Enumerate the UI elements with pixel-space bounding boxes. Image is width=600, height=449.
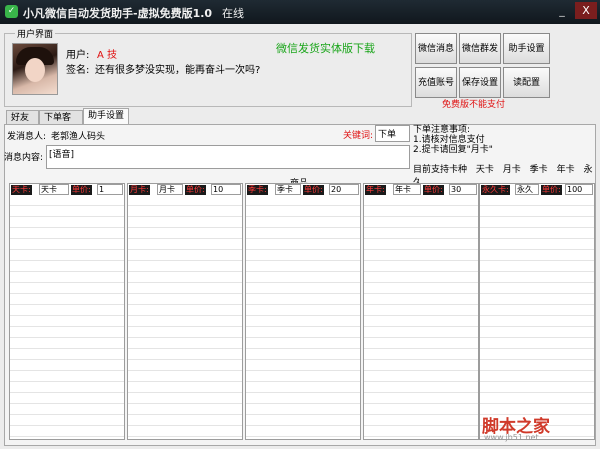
- card-name-field[interactable]: 月卡: [157, 184, 183, 195]
- price-chip: 单价:: [303, 185, 324, 195]
- card-type-chip: 季卡:: [247, 185, 268, 195]
- save-settings-button[interactable]: 保存设置: [459, 67, 501, 98]
- price-chip: 单价:: [423, 185, 444, 195]
- price-chip: 单价:: [541, 185, 562, 195]
- online-status: 在线: [222, 7, 244, 20]
- price-field[interactable]: 20: [329, 184, 359, 195]
- user-label: 用户:: [66, 50, 90, 61]
- card-type-chip: 月卡:: [129, 185, 150, 195]
- card-name-field[interactable]: 年卡: [393, 184, 421, 195]
- notice-line-2: 2.提卡请回复"月卡": [413, 145, 493, 155]
- category-year: 年卡: [556, 165, 575, 175]
- notice-title: 下单注意事项:: [413, 125, 471, 135]
- sign-label: 签名:: [66, 65, 90, 76]
- user-panel-legend: 用户界面: [15, 27, 56, 40]
- tab-friends[interactable]: 好友: [6, 110, 39, 124]
- close-button[interactable]: X: [575, 2, 597, 19]
- goods-column-forever[interactable]: 永久卡: 永久 单价: 100: [479, 183, 595, 440]
- sender-label: 发消息人:: [7, 132, 47, 142]
- wechat-group-send-button[interactable]: 微信群发: [459, 33, 501, 64]
- app-icon: ✓: [5, 5, 18, 18]
- watermark-url: www.jb51.net: [484, 433, 539, 442]
- card-name-field[interactable]: 永久: [515, 184, 539, 195]
- recharge-account-button[interactable]: 充值账号: [415, 67, 457, 98]
- keyword-input[interactable]: 下单: [375, 125, 410, 142]
- category-day: 天卡: [475, 165, 494, 175]
- card-name-field[interactable]: 季卡: [275, 184, 301, 195]
- price-chip: 单价:: [71, 185, 92, 195]
- card-type-chip: 永久卡:: [481, 185, 510, 195]
- tab-assistant-settings[interactable]: 助手设置: [83, 108, 129, 124]
- read-config-button[interactable]: 读配置: [503, 67, 550, 98]
- download-link[interactable]: 微信发货实体版下载: [276, 40, 375, 56]
- price-field[interactable]: 100: [565, 184, 593, 195]
- price-field[interactable]: 10: [211, 184, 241, 195]
- goods-column-day[interactable]: 天卡: 天卡 单价: 1: [9, 183, 125, 440]
- price-field[interactable]: 30: [449, 184, 477, 195]
- goods-column-season[interactable]: 季卡: 季卡 单价: 20: [245, 183, 361, 440]
- sender-value: 老郭渔人码头: [51, 132, 106, 142]
- tab-order-customers[interactable]: 下单客户: [39, 110, 83, 137]
- card-type-chip: 年卡:: [365, 185, 386, 195]
- wechat-message-button[interactable]: 微信消息: [415, 33, 457, 64]
- keyword-label: 关键词:: [343, 131, 374, 141]
- notice-line-1: 1.请核对信息支付: [413, 135, 485, 145]
- window-title: 小凡微信自动发货助手-虚拟免费版1.0: [23, 7, 213, 20]
- price-chip: 单价:: [185, 185, 206, 195]
- assistant-settings-button[interactable]: 助手设置: [503, 33, 550, 64]
- category-season: 季卡: [529, 165, 548, 175]
- title-bar: ✓ 小凡微信自动发货助手-虚拟免费版1.0 在线 _ X: [0, 0, 600, 24]
- free-version-note: 免费版不能支付: [442, 100, 506, 110]
- sign-value: 还有很多梦没实现，能再奋斗一次吗?: [95, 65, 261, 76]
- user-value: A 技: [97, 50, 118, 61]
- category-month: 月卡: [502, 165, 521, 175]
- minimize-button[interactable]: _: [551, 2, 573, 19]
- goods-column-month[interactable]: 月卡: 月卡 单价: 10: [127, 183, 243, 440]
- categories-label: 目前支持卡种: [413, 165, 468, 175]
- content-label: 消息内容:: [4, 153, 44, 163]
- goods-column-year[interactable]: 年卡: 年卡 单价: 30: [363, 183, 479, 440]
- message-content-input[interactable]: [语音]: [46, 145, 410, 169]
- card-name-field[interactable]: 天卡: [39, 184, 69, 195]
- price-field[interactable]: 1: [97, 184, 123, 195]
- card-type-chip: 天卡:: [11, 185, 32, 195]
- avatar: [12, 43, 58, 95]
